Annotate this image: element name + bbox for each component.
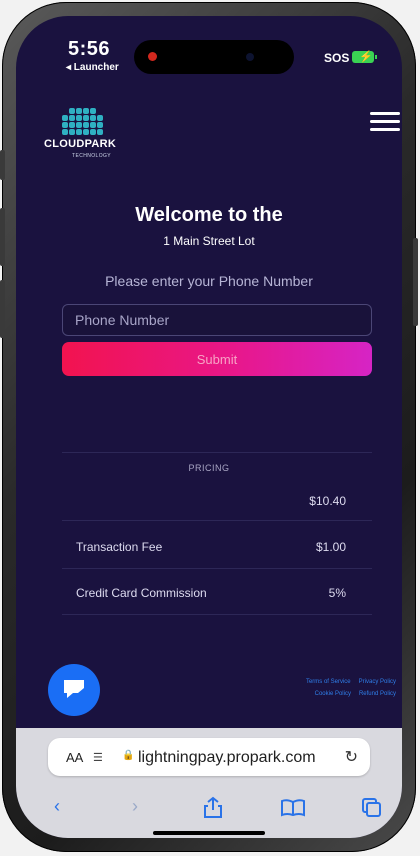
home-indicator[interactable] — [153, 831, 265, 835]
submit-button[interactable]: Submit — [62, 342, 372, 376]
price-row-transaction-fee: Transaction Fee $1.00 — [76, 540, 346, 560]
brand-name: CLOUDPARK — [44, 138, 117, 150]
price-value: $1.00 — [315, 540, 346, 554]
battery-charging-icon: ⚡ — [352, 51, 377, 63]
address-bar[interactable]: AA ☰ 🔒 lightningpay.propark.com ↻ — [48, 738, 370, 776]
pricing-title: PRICING — [188, 463, 230, 473]
phone-prompt: Please enter your Phone Number — [105, 273, 313, 289]
hamburger-menu-icon[interactable] — [370, 112, 402, 138]
pricing-divider — [62, 614, 372, 615]
brand-subtitle: TECHNOLOGY — [72, 153, 112, 159]
volume-up-button — [0, 208, 5, 266]
privacy-policy-link[interactable]: Privacy Policy — [359, 679, 396, 685]
price-row-credit-card-commission: Credit Card Commission 5% — [76, 586, 346, 606]
pricing-divider — [62, 568, 372, 569]
reload-icon[interactable]: ↻ — [345, 747, 358, 767]
phone-frame: 5:56 ◂ Launcher SOS ⚡ CLOUDPARK TECHNOLO… — [0, 2, 418, 852]
status-bar: 5:56 ◂ Launcher SOS ⚡ — [16, 16, 402, 88]
status-time: 5:56 — [68, 38, 111, 60]
front-camera-icon — [246, 53, 254, 61]
reader-mode-icon: ☰ — [93, 752, 103, 764]
welcome-title: Welcome to the — [135, 204, 283, 226]
refund-policy-link[interactable]: Refund Policy — [359, 691, 396, 697]
tabs-icon[interactable] — [356, 796, 386, 818]
footer-links: Terms of Service Privacy Policy Cookie Po… — [236, 676, 396, 700]
price-label: Transaction Fee — [76, 540, 163, 554]
back-to-launcher-link[interactable]: ◂ Launcher — [66, 62, 119, 73]
reader-settings-button[interactable]: AA — [66, 750, 83, 765]
chat-bubble-icon — [64, 680, 84, 698]
sos-indicator: SOS — [324, 51, 350, 65]
power-button — [413, 238, 418, 326]
cookie-policy-link[interactable]: Cookie Policy — [315, 691, 351, 697]
back-chevron-icon[interactable]: ‹ — [42, 796, 72, 818]
cloudpark-logo-icon — [60, 108, 104, 136]
volume-down-button — [0, 280, 5, 338]
pricing-divider — [62, 452, 372, 453]
dynamic-island — [134, 40, 294, 74]
action-button — [0, 150, 5, 180]
recording-indicator-icon — [148, 52, 157, 61]
phone-number-input[interactable] — [62, 304, 372, 336]
safari-toolbar: AA ☰ 🔒 lightningpay.propark.com ↻ ‹ › — [16, 728, 402, 838]
lock-icon: 🔒 — [122, 750, 135, 761]
bookmarks-icon[interactable] — [278, 796, 308, 818]
share-icon[interactable] — [198, 796, 228, 818]
price-value: $10.40 — [309, 494, 346, 508]
lot-name: 1 Main Street Lot — [163, 234, 255, 248]
screen: 5:56 ◂ Launcher SOS ⚡ CLOUDPARK TECHNOLO… — [16, 16, 402, 838]
price-value: 5% — [328, 586, 346, 600]
price-label: Credit Card Commission — [76, 586, 207, 600]
chat-button[interactable] — [48, 664, 100, 716]
url-text: lightningpay.propark.com — [138, 749, 316, 766]
pricing-divider — [62, 520, 372, 521]
price-row-base: $10.40 — [76, 494, 346, 514]
terms-of-service-link[interactable]: Terms of Service — [306, 679, 351, 685]
forward-chevron-icon[interactable]: › — [120, 796, 150, 818]
cloudpark-logo: CLOUDPARK TECHNOLOGY — [44, 108, 124, 168]
